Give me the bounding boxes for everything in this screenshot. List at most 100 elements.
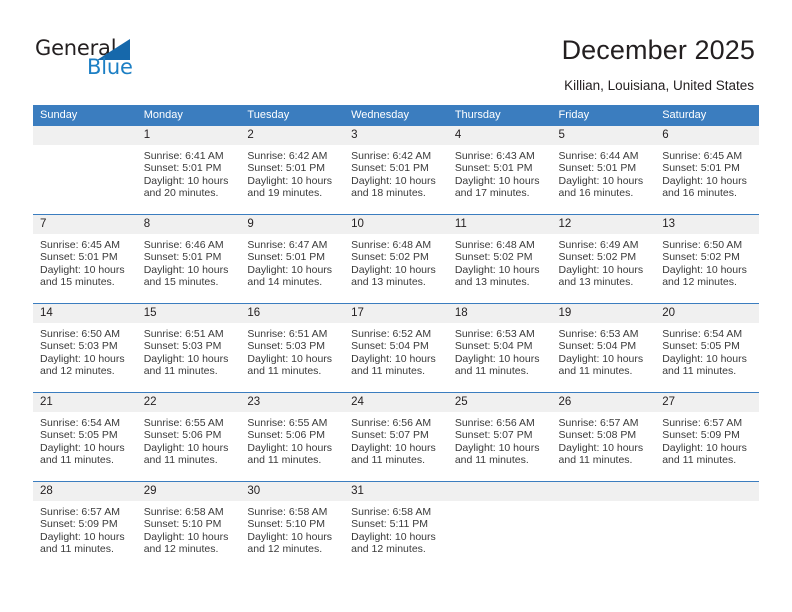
calendar-day-cell[interactable]: 9 Sunrise: 6:47 AM Sunset: 5:01 PM Daylight… — [240, 214, 345, 304]
day-info-sunrise: Sunrise: 6:44 AM — [558, 150, 639, 162]
page-title: December 2025 — [561, 35, 755, 65]
day-info-sunrise: Sunrise: 6:55 AM — [247, 417, 328, 429]
calendar-day-cell[interactable]: 2 Sunrise: 6:42 AM Sunset: 5:01 PM Daylight… — [240, 126, 345, 215]
day-info-daylight-line1: Daylight: 10 hours — [454, 174, 540, 187]
calendar-day-cell[interactable]: 23 Sunrise: 6:55 AM Sunset: 5:06 PM Dayligh… — [240, 392, 345, 482]
day-sun-info: Sunrise: 6:48 AM Sunset: 5:02 PM Daylight:… — [344, 234, 448, 289]
logo-text-blue: Blue — [87, 55, 133, 79]
calendar-day-cell[interactable]: 29 Sunrise: 6:58 AM Sunset: 5:10 PM Dayligh… — [136, 481, 241, 570]
calendar-day-cell[interactable]: 13 Sunrise: 6:50 AM Sunset: 5:02 PM Dayligh… — [655, 214, 759, 304]
calendar-day-cell[interactable]: 15 Sunrise: 6:51 AM Sunset: 5:03 PM Dayligh… — [136, 303, 241, 393]
day-info-sunrise: Sunrise: 6:56 AM — [454, 417, 535, 429]
calendar-day-cell[interactable]: 26 Sunrise: 6:57 AM Sunset: 5:08 PM Dayligh… — [551, 392, 656, 482]
day-cell-content: 21 Sunrise: 6:54 AM Sunset: 5:05 PM Dayligh… — [33, 393, 137, 481]
day-number: 29 — [136, 482, 241, 501]
calendar-day-cell[interactable]: 17 Sunrise: 6:52 AM Sunset: 5:04 PM Dayligh… — [344, 303, 448, 393]
calendar-day-cell[interactable]: 5 Sunrise: 6:44 AM Sunset: 5:01 PM Daylight… — [551, 126, 656, 215]
day-info-sunset: Sunset: 5:11 PM — [351, 518, 428, 531]
calendar-day-cell[interactable]: 27 Sunrise: 6:57 AM Sunset: 5:09 PM Dayligh… — [655, 392, 759, 482]
day-sun-info: Sunrise: 6:55 AM Sunset: 5:06 PM Daylight:… — [240, 412, 344, 467]
calendar-day-cell[interactable]: 18 Sunrise: 6:53 AM Sunset: 5:04 PM Dayligh… — [447, 303, 552, 393]
day-cell-content — [33, 126, 137, 214]
day-info-sunset: Sunset: 5:01 PM — [662, 162, 740, 175]
day-info-daylight-line1: Daylight: 10 hours — [558, 441, 644, 454]
day-info-sunset: Sunset: 5:01 PM — [143, 251, 222, 264]
day-info-sunset: Sunset: 5:01 PM — [351, 162, 429, 175]
day-cell-content: 29 Sunrise: 6:58 AM Sunset: 5:10 PM Dayligh… — [136, 482, 241, 570]
day-info-sunset: Sunset: 5:10 PM — [143, 518, 222, 531]
calendar-day-cell[interactable]: 16 Sunrise: 6:51 AM Sunset: 5:03 PM Dayligh… — [240, 303, 345, 393]
day-info-daylight-line1: Daylight: 10 hours — [143, 441, 229, 454]
calendar-day-cell[interactable]: 19 Sunrise: 6:53 AM Sunset: 5:04 PM Dayligh… — [551, 303, 656, 393]
calendar-day-cell[interactable]: 1 Sunrise: 6:41 AM Sunset: 5:01 PM Daylight… — [136, 126, 241, 215]
day-number: 26 — [551, 393, 656, 412]
calendar-day-cell[interactable]: 31 Sunrise: 6:58 AM Sunset: 5:11 PM Dayligh… — [344, 481, 448, 570]
day-info-daylight-line2: and 11 minutes. — [351, 454, 426, 467]
weekday-header-wednesday: Wednesday — [344, 105, 448, 126]
day-sun-info: Sunrise: 6:42 AM Sunset: 5:01 PM Daylight:… — [344, 145, 448, 200]
day-cell-content — [447, 482, 552, 570]
day-info-sunrise: Sunrise: 6:49 AM — [558, 239, 639, 251]
calendar-day-cell[interactable]: 3 Sunrise: 6:42 AM Sunset: 5:01 PM Daylight… — [344, 126, 448, 215]
calendar-day-cell[interactable]: 30 Sunrise: 6:58 AM Sunset: 5:10 PM Dayligh… — [240, 481, 345, 570]
day-cell-content: 16 Sunrise: 6:51 AM Sunset: 5:03 PM Dayligh… — [240, 304, 345, 392]
calendar-day-cell[interactable]: 21 Sunrise: 6:54 AM Sunset: 5:05 PM Dayligh… — [33, 392, 137, 482]
calendar-day-cell[interactable]: 12 Sunrise: 6:49 AM Sunset: 5:02 PM Dayligh… — [551, 214, 656, 304]
day-sun-info: Sunrise: 6:41 AM Sunset: 5:01 PM Daylight:… — [137, 145, 241, 200]
day-info-daylight-line2: and 11 minutes. — [558, 454, 633, 467]
day-info-daylight-line2: and 19 minutes. — [247, 187, 323, 200]
day-info-sunset: Sunset: 5:06 PM — [143, 429, 222, 442]
day-sun-info: Sunrise: 6:56 AM Sunset: 5:07 PM Daylight:… — [448, 412, 552, 467]
day-info-daylight-line1: Daylight: 10 hours — [143, 174, 229, 187]
calendar-day-cell[interactable] — [655, 481, 759, 570]
calendar-day-cell[interactable]: 20 Sunrise: 6:54 AM Sunset: 5:05 PM Dayligh… — [655, 303, 759, 393]
day-cell-content: 11 Sunrise: 6:48 AM Sunset: 5:02 PM Dayligh… — [447, 215, 552, 303]
day-info-daylight-line1: Daylight: 10 hours — [558, 174, 644, 187]
day-info-daylight-line1: Daylight: 10 hours — [558, 352, 644, 365]
day-number: 2 — [240, 126, 345, 145]
day-sun-info: Sunrise: 6:56 AM Sunset: 5:07 PM Daylight:… — [344, 412, 448, 467]
calendar-day-cell[interactable]: 22 Sunrise: 6:55 AM Sunset: 5:06 PM Dayligh… — [136, 392, 241, 482]
day-number: 18 — [447, 304, 552, 323]
calendar-day-cell[interactable]: 24 Sunrise: 6:56 AM Sunset: 5:07 PM Dayligh… — [344, 392, 448, 482]
day-cell-content — [551, 482, 656, 570]
calendar-day-cell[interactable]: 10 Sunrise: 6:48 AM Sunset: 5:02 PM Dayligh… — [344, 214, 448, 304]
calendar-day-cell[interactable]: 4 Sunrise: 6:43 AM Sunset: 5:01 PM Daylight… — [447, 126, 552, 215]
calendar-day-cell[interactable]: 28 Sunrise: 6:57 AM Sunset: 5:09 PM Dayligh… — [33, 481, 137, 570]
calendar-day-cell[interactable]: 25 Sunrise: 6:56 AM Sunset: 5:07 PM Dayligh… — [447, 392, 552, 482]
weekday-header-monday: Monday — [136, 105, 241, 126]
day-info-daylight-line1: Daylight: 10 hours — [662, 441, 747, 454]
calendar-day-cell[interactable] — [33, 126, 137, 215]
day-number: 24 — [344, 393, 448, 412]
day-info-sunrise: Sunrise: 6:43 AM — [454, 150, 535, 162]
day-info-daylight-line1: Daylight: 10 hours — [454, 441, 540, 454]
day-cell-content: 4 Sunrise: 6:43 AM Sunset: 5:01 PM Daylight… — [447, 126, 552, 214]
day-info-sunrise: Sunrise: 6:50 AM — [40, 328, 120, 340]
day-number: 17 — [344, 304, 448, 323]
calendar-day-cell[interactable]: 7 Sunrise: 6:45 AM Sunset: 5:01 PM Daylight… — [33, 214, 137, 304]
calendar-day-cell[interactable]: 14 Sunrise: 6:50 AM Sunset: 5:03 PM Dayligh… — [33, 303, 137, 393]
day-cell-content: 15 Sunrise: 6:51 AM Sunset: 5:03 PM Dayligh… — [136, 304, 241, 392]
day-info-sunrise: Sunrise: 6:41 AM — [143, 150, 224, 162]
day-cell-content: 19 Sunrise: 6:53 AM Sunset: 5:04 PM Dayligh… — [551, 304, 656, 392]
calendar-day-cell[interactable] — [551, 481, 656, 570]
day-number: 13 — [655, 215, 759, 234]
calendar-day-cell[interactable]: 11 Sunrise: 6:48 AM Sunset: 5:02 PM Dayligh… — [447, 214, 552, 304]
day-sun-info: Sunrise: 6:44 AM Sunset: 5:01 PM Daylight:… — [552, 145, 656, 200]
brand-logo[interactable]: General Blue — [35, 36, 215, 84]
day-sun-info: Sunrise: 6:45 AM Sunset: 5:01 PM Daylight:… — [655, 145, 759, 200]
day-info-daylight-line1: Daylight: 10 hours — [247, 530, 333, 543]
day-info-sunrise: Sunrise: 6:51 AM — [143, 328, 224, 340]
day-info-daylight-line1: Daylight: 10 hours — [143, 530, 229, 543]
day-cell-content — [655, 482, 759, 570]
day-info-sunrise: Sunrise: 6:58 AM — [143, 506, 224, 518]
day-number: 21 — [33, 393, 137, 412]
day-info-sunrise: Sunrise: 6:54 AM — [40, 417, 120, 429]
calendar-day-cell[interactable]: 6 Sunrise: 6:45 AM Sunset: 5:01 PM Daylight… — [655, 126, 759, 215]
calendar-body: 1 Sunrise: 6:41 AM Sunset: 5:01 PM Daylight… — [33, 126, 759, 570]
day-number — [447, 482, 552, 501]
calendar-day-cell[interactable]: 8 Sunrise: 6:46 AM Sunset: 5:01 PM Daylight… — [136, 214, 241, 304]
calendar-day-cell[interactable] — [447, 481, 552, 570]
day-number: 23 — [240, 393, 345, 412]
weekday-header-saturday: Saturday — [655, 105, 759, 126]
